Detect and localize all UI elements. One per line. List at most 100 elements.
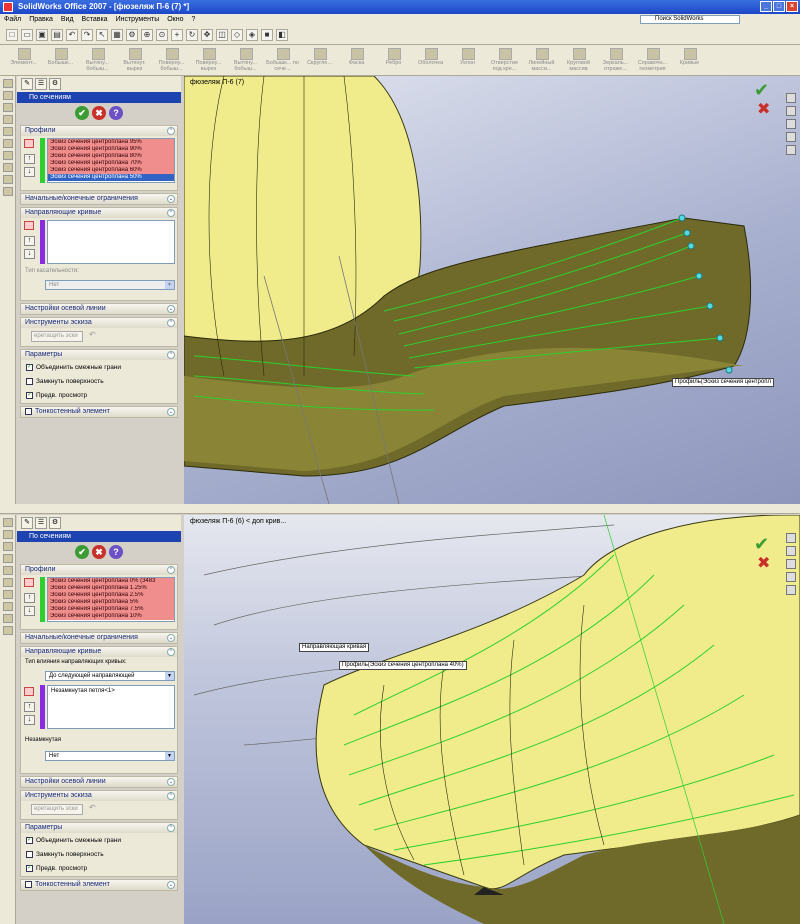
hidden-lines-icon[interactable]: ◈	[246, 28, 258, 41]
property-manager-tab[interactable]: ☰	[35, 78, 47, 90]
point-tool-icon[interactable]	[3, 590, 13, 599]
zoom-fit-icon[interactable]: ⊕	[141, 28, 153, 41]
draft-button[interactable]: Уклон	[450, 45, 485, 75]
pan-icon[interactable]: ✥	[201, 28, 213, 41]
property-manager-tab[interactable]: ☰	[35, 517, 47, 529]
search-input[interactable]: Поиск SolidWorks	[640, 15, 740, 24]
close-button[interactable]: ×	[786, 1, 798, 12]
drag-sketch-button[interactable]: еретащить эски	[31, 331, 83, 342]
collapse-icon[interactable]: ⌃	[167, 792, 175, 800]
fillet-button[interactable]: Скругле...	[302, 45, 337, 75]
spline-tool-icon[interactable]	[3, 578, 13, 587]
point-tool-icon[interactable]	[3, 151, 13, 160]
shaded-icon[interactable]: ■	[261, 28, 273, 41]
checkbox-checked[interactable]: ✓	[26, 391, 33, 399]
thin-feature-checkbox[interactable]	[25, 407, 32, 415]
revolve-cut-button[interactable]: Поверну... вырез	[191, 45, 226, 75]
expand-icon[interactable]: ⌄	[167, 408, 175, 416]
minimize-button[interactable]: _	[760, 1, 772, 12]
tangency-select[interactable]: Нет ▼	[45, 280, 175, 290]
search-icon[interactable]	[786, 132, 796, 142]
move-up-button[interactable]: ↑	[24, 702, 35, 712]
ok-button[interactable]: ✔	[75, 545, 89, 559]
ok-button[interactable]: ✔	[75, 106, 89, 120]
menu-file[interactable]: Файл	[4, 16, 21, 23]
zoom-area-icon[interactable]: ⊙	[156, 28, 168, 41]
arc-tool-icon[interactable]	[3, 127, 13, 136]
maximize-button[interactable]: □	[773, 1, 785, 12]
expand-icon[interactable]: ⌄	[167, 305, 175, 313]
menu-help[interactable]: ?	[192, 16, 196, 23]
cancel-button[interactable]: ✖	[92, 106, 106, 120]
move-up-button[interactable]: ↑	[24, 154, 35, 164]
list-item[interactable]: Эскиз сечения центроплана 80%	[48, 153, 174, 160]
explorer-icon[interactable]	[786, 559, 796, 569]
line-tool-icon[interactable]	[3, 91, 13, 100]
collapse-icon[interactable]: ⌃	[167, 319, 175, 327]
collapse-icon[interactable]: ⌃	[167, 351, 175, 359]
move-up-button[interactable]: ↑	[24, 236, 35, 246]
rebuild-icon[interactable]: ▦	[111, 28, 123, 41]
expand-icon[interactable]: ⌄	[167, 634, 175, 642]
library-icon[interactable]	[786, 106, 796, 116]
checkbox-unchecked[interactable]	[26, 377, 33, 385]
configuration-tab[interactable]: ⚙	[49, 517, 61, 529]
sketch-tool-icon[interactable]	[3, 79, 13, 88]
help-button[interactable]: ?	[109, 106, 123, 120]
options-icon[interactable]: ⚙	[126, 28, 138, 41]
home-icon[interactable]	[786, 93, 796, 103]
shell-button[interactable]: Оболочка	[413, 45, 448, 75]
list-item[interactable]: Эскиз сечения центроплана 0% (3483	[48, 578, 174, 585]
list-item[interactable]: Эскиз сечения центроплана 10%	[48, 613, 174, 620]
circle-tool-icon[interactable]	[3, 115, 13, 124]
list-item-selected[interactable]: Эскиз сечения центроплана 50%	[48, 174, 174, 181]
start-end-constraints-group[interactable]: Начальные/конечные ограничения ⌄	[20, 193, 178, 205]
thin-feature-checkbox[interactable]	[25, 880, 32, 888]
print-icon[interactable]: ▤	[51, 28, 63, 41]
loft-boss-button[interactable]: Бобышк... по сече...	[265, 45, 300, 75]
preview-checkbox[interactable]: ✓ Предв. просмотр	[21, 861, 177, 875]
palette-icon[interactable]	[786, 145, 796, 155]
view-orientation-icon[interactable]: ◫	[216, 28, 228, 41]
influence-select[interactable]: До следующей направляющей ▼	[45, 671, 175, 681]
checkbox-checked[interactable]: ✓	[26, 836, 33, 844]
preview-checkbox[interactable]: ✓ Предв. просмотр	[21, 388, 177, 402]
palette-icon[interactable]	[786, 585, 796, 595]
offset-tool-icon[interactable]	[3, 175, 13, 184]
collapse-icon[interactable]: ⌃	[167, 209, 175, 217]
collapse-icon[interactable]: ⌃	[167, 648, 175, 656]
expand-icon[interactable]: ⌄	[167, 778, 175, 786]
home-icon[interactable]	[786, 533, 796, 543]
menu-tools[interactable]: Инструменты	[116, 16, 160, 23]
merge-faces-checkbox[interactable]: ✓ Объединить смежные грани	[21, 833, 177, 847]
menu-window[interactable]: Окно	[167, 16, 183, 23]
spline-tool-icon[interactable]	[3, 139, 13, 148]
tangency-select[interactable]: Нет ▼	[45, 751, 175, 761]
list-item[interactable]: Эскиз сечения центроплана 7.5%	[48, 606, 174, 613]
line-tool-icon[interactable]	[3, 530, 13, 539]
extrude-boss-button[interactable]: Вытяну... бобыш...	[80, 45, 115, 75]
centerline-group[interactable]: Настройки осевой линии ⌄	[20, 303, 178, 315]
guide-curves-list[interactable]	[47, 220, 175, 264]
close-surface-checkbox[interactable]: Замкнуть поверхность	[21, 374, 177, 388]
feature-tree-tab[interactable]: ✎	[21, 517, 33, 529]
list-item[interactable]: Эскиз сечения центроплана 95%	[48, 139, 174, 146]
curves-button[interactable]: Кривые	[672, 45, 707, 75]
sweep-boss-button[interactable]: Вытяну... бобыш...	[228, 45, 263, 75]
feature-tree-tab[interactable]: ✎	[21, 78, 33, 90]
list-item[interactable]: Эскиз сечения центроплана 60%	[48, 167, 174, 174]
profiles-list[interactable]: Эскиз сечения центроплана 95% Эскиз сече…	[47, 138, 175, 183]
close-surface-checkbox[interactable]: Замкнуть поверхность	[21, 847, 177, 861]
merge-faces-checkbox[interactable]: ✓ Объединить смежные грани	[21, 360, 177, 374]
menu-edit[interactable]: Правка	[29, 16, 53, 23]
move-down-button[interactable]: ↓	[24, 249, 35, 259]
configuration-tab[interactable]: ⚙	[49, 78, 61, 90]
reference-geometry-button[interactable]: Справочн... геометрия	[635, 45, 670, 75]
menu-view[interactable]: Вид	[61, 16, 74, 23]
start-end-constraints-group[interactable]: Начальные/конечные ограничения ⌄	[20, 632, 178, 644]
revolve-boss-button[interactable]: Поверну... бобыш...	[154, 45, 189, 75]
checkbox-unchecked[interactable]	[26, 850, 33, 858]
collapse-icon[interactable]: ⌃	[167, 566, 175, 574]
collapse-icon[interactable]: ⌃	[167, 127, 175, 135]
help-button[interactable]: ?	[109, 545, 123, 559]
